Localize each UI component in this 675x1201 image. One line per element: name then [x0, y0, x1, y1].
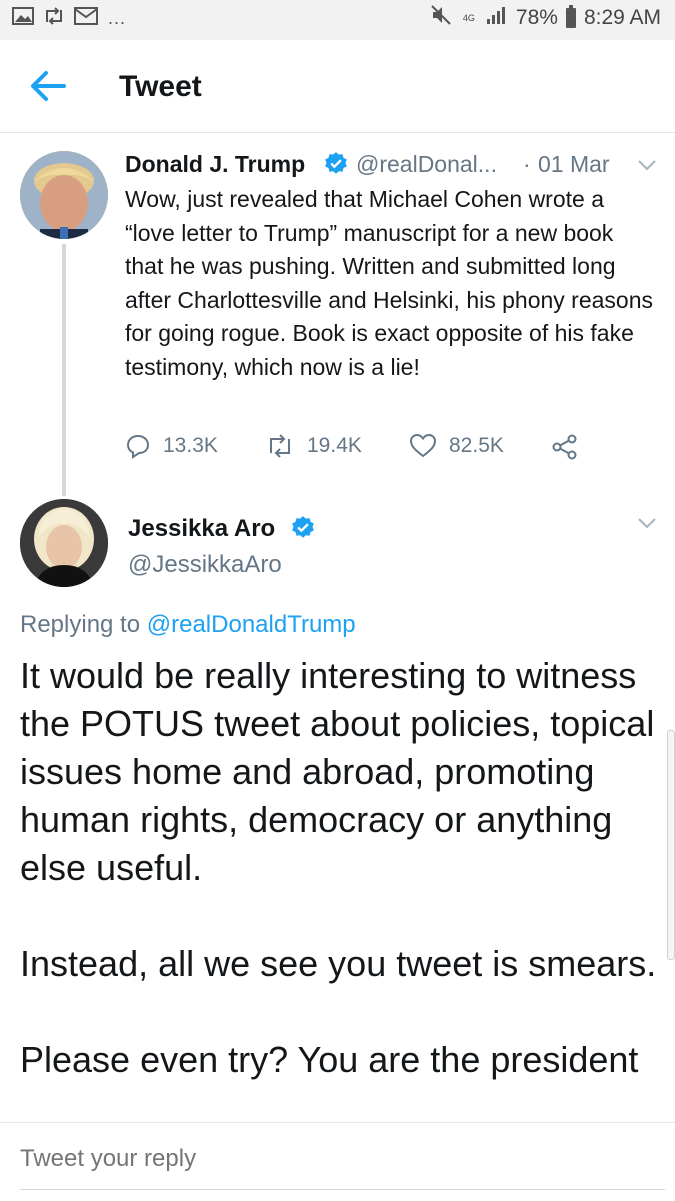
- author-name[interactable]: Donald J. Trump: [125, 151, 305, 178]
- reply-author-name[interactable]: Jessikka Aro: [128, 515, 275, 543]
- replying-to-line: Replying to @realDonaldTrump: [20, 611, 356, 639]
- chevron-down-icon: [638, 518, 656, 529]
- reply-paragraph: Instead, all we see you tweet is smears.: [20, 943, 657, 984]
- heart-icon: [409, 433, 437, 458]
- retweet-count: 19.4K: [307, 434, 362, 457]
- like-button[interactable]: 82.5K: [409, 433, 504, 459]
- reply-input[interactable]: [20, 1145, 640, 1173]
- mail-icon: [74, 6, 98, 31]
- reply-count: 13.3K: [163, 434, 218, 457]
- thread-line: [62, 244, 66, 496]
- notification-icons: ...: [12, 6, 126, 31]
- reply-paragraph: Please even try? You are the president: [20, 1039, 639, 1080]
- reply-composer: [0, 1122, 675, 1201]
- mute-icon: [430, 4, 452, 32]
- verified-badge-icon: [290, 515, 316, 546]
- clock: 8:29 AM: [583, 6, 661, 29]
- share-icon: [552, 434, 577, 460]
- retweet-button[interactable]: 19.4K: [265, 433, 362, 459]
- battery-icon: [565, 5, 576, 28]
- reply-menu-button[interactable]: [636, 516, 658, 535]
- tweet-text: Wow, just revealed that Michael Cohen wr…: [125, 186, 653, 380]
- back-arrow-icon: [31, 71, 66, 101]
- image-icon: [12, 6, 34, 31]
- tweet-actions: 13.3K 19.4K 82.5K: [125, 433, 595, 467]
- retweet-icon: [270, 434, 290, 458]
- reply-text: It would be really interesting to witnes…: [20, 652, 660, 1132]
- app-header: Tweet: [0, 40, 675, 133]
- avatar[interactable]: [20, 151, 108, 239]
- reply-paragraph: It would be really interesting to witnes…: [20, 655, 655, 888]
- back-button[interactable]: [28, 66, 76, 106]
- system-status: 4G 78% 8:29 AM: [430, 4, 661, 32]
- author-handle[interactable]: @realDonal...: [356, 151, 497, 178]
- chevron-down-icon: [638, 160, 656, 171]
- input-underline: [20, 1189, 665, 1190]
- like-count: 82.5K: [449, 434, 504, 457]
- reply-icon: [126, 434, 150, 459]
- battery-percent: 78%: [515, 6, 558, 29]
- share-button[interactable]: [551, 433, 579, 461]
- tweet-menu-button[interactable]: [636, 158, 658, 177]
- page-title: Tweet: [119, 70, 202, 103]
- replying-to-mention[interactable]: @realDonaldTrump: [147, 611, 356, 638]
- reply-author-handle[interactable]: @JessikkaAro: [128, 551, 282, 579]
- replying-to-label: Replying to: [20, 611, 147, 638]
- network-type: 4G: [462, 12, 475, 23]
- separator: ·: [523, 151, 531, 177]
- reply-button[interactable]: 13.3K: [125, 433, 218, 459]
- verified-badge-icon: [323, 151, 349, 182]
- status-bar: ... 4G 78% 8:29 AM: [0, 0, 675, 40]
- more-notifications: ...: [108, 8, 127, 28]
- scrollbar[interactable]: [667, 730, 675, 960]
- reply-avatar[interactable]: [20, 499, 108, 587]
- retweet-icon: [42, 6, 66, 31]
- tweet-date[interactable]: 01 Mar: [538, 151, 610, 178]
- signal-icon: [486, 5, 508, 31]
